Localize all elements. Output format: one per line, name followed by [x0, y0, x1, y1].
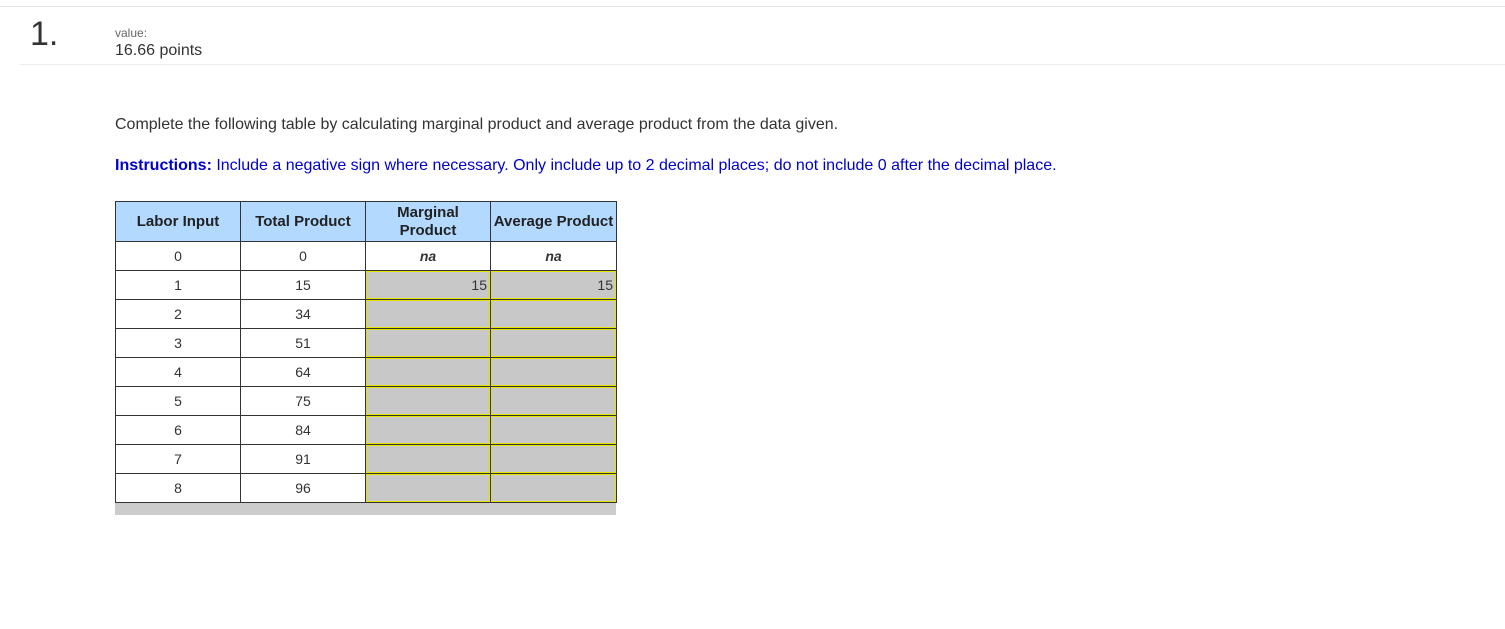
labor-input-cell: 2 [115, 299, 241, 329]
labor-input-cell: 4 [115, 357, 241, 387]
average-product-cell [490, 328, 617, 358]
average-product-cell [490, 386, 617, 416]
table-row: 5 75 [115, 386, 617, 416]
average-product-cell [490, 473, 617, 503]
average-product-input[interactable] [491, 474, 616, 502]
marginal-product-cell [365, 357, 491, 387]
total-product-cell: 64 [240, 357, 366, 387]
table-row: 7 91 [115, 444, 617, 474]
total-product-cell: 51 [240, 328, 366, 358]
table-row: 0 0 na na [115, 241, 617, 271]
labor-input-cell: 8 [115, 473, 241, 503]
table-row: 4 64 [115, 357, 617, 387]
average-product-na: na [490, 241, 617, 271]
marginal-product-input[interactable] [366, 358, 490, 386]
value-points: 16.66 points [115, 42, 203, 59]
instructions-text: Include a negative sign where necessary.… [211, 157, 1057, 174]
header-divider [20, 64, 1505, 65]
marginal-product-input[interactable] [366, 474, 490, 502]
labor-input-cell: 1 [115, 270, 241, 300]
marginal-product-cell [365, 386, 491, 416]
instructions-label: Instructions: [115, 157, 212, 174]
total-product-cell: 91 [240, 444, 366, 474]
labor-input-cell: 6 [115, 415, 241, 445]
marginal-product-cell [365, 444, 491, 474]
table-row: 1 15 [115, 270, 617, 300]
average-product-input[interactable] [491, 416, 616, 444]
value-label: value: [115, 26, 148, 40]
marginal-product-cell [365, 328, 491, 358]
table-row: 3 51 [115, 328, 617, 358]
table-row: 6 84 [115, 415, 617, 445]
labor-input-cell: 3 [115, 328, 241, 358]
header-total-product: Total Product [240, 201, 366, 242]
marginal-product-input[interactable] [366, 445, 490, 473]
marginal-product-cell [365, 415, 491, 445]
marginal-product-input[interactable] [366, 416, 490, 444]
total-product-cell: 0 [240, 241, 366, 271]
marginal-product-input[interactable] [366, 271, 490, 299]
header-marginal-product: Marginal Product [365, 201, 491, 242]
average-product-input[interactable] [491, 358, 616, 386]
labor-input-cell: 0 [115, 241, 241, 271]
average-product-input[interactable] [491, 329, 616, 357]
average-product-cell [490, 270, 617, 300]
average-product-cell [490, 415, 617, 445]
average-product-input[interactable] [491, 300, 616, 328]
marginal-product-input[interactable] [366, 329, 490, 357]
marginal-product-cell [365, 473, 491, 503]
table-footer-bar [115, 503, 616, 515]
marginal-product-input[interactable] [366, 387, 490, 415]
header-labor-input: Labor Input [115, 201, 241, 242]
average-product-cell [490, 357, 617, 387]
question-number: 1. [30, 15, 59, 53]
table-row: 2 34 [115, 299, 617, 329]
average-product-input[interactable] [491, 445, 616, 473]
total-product-cell: 84 [240, 415, 366, 445]
average-product-cell [490, 444, 617, 474]
total-product-cell: 34 [240, 299, 366, 329]
average-product-input[interactable] [491, 271, 616, 299]
marginal-product-input[interactable] [366, 300, 490, 328]
total-product-cell: 15 [240, 270, 366, 300]
product-table-container: Labor Input Total Product Marginal Produ… [115, 201, 617, 515]
average-product-cell [490, 299, 617, 329]
top-divider [0, 6, 1505, 7]
marginal-product-na: na [365, 241, 491, 271]
total-product-cell: 96 [240, 473, 366, 503]
labor-input-cell: 5 [115, 386, 241, 416]
header-average-product: Average Product [490, 201, 617, 242]
instructions: Instructions: Include a negative sign wh… [115, 157, 1057, 175]
question-prompt: Complete the following table by calculat… [115, 116, 839, 133]
marginal-product-cell [365, 299, 491, 329]
average-product-input[interactable] [491, 387, 616, 415]
product-table: Labor Input Total Product Marginal Produ… [115, 201, 617, 503]
labor-input-cell: 7 [115, 444, 241, 474]
total-product-cell: 75 [240, 386, 366, 416]
table-row: 8 96 [115, 473, 617, 503]
table-header-row: Labor Input Total Product Marginal Produ… [115, 201, 617, 242]
marginal-product-cell [365, 270, 491, 300]
